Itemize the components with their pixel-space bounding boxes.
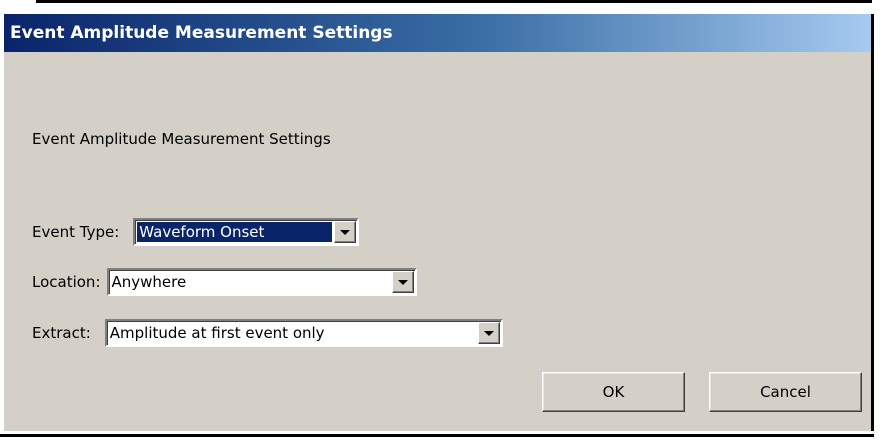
location-row: Location: Anywhere (32, 267, 417, 297)
location-select[interactable]: Anywhere (106, 268, 417, 296)
extract-row: Extract: Amplitude at first event only (32, 318, 503, 348)
extract-dropdown-button[interactable] (477, 322, 500, 344)
cancel-button[interactable]: Cancel (709, 372, 862, 412)
chevron-down-icon (340, 229, 351, 235)
title-bar[interactable]: Event Amplitude Measurement Settings (4, 14, 871, 52)
event-type-select[interactable]: Waveform Onset (133, 218, 360, 246)
chevron-down-icon (483, 330, 494, 336)
bottom-border-line (0, 434, 874, 437)
event-type-value: Waveform Onset (137, 222, 333, 242)
event-type-dropdown-button[interactable] (334, 221, 357, 243)
extract-select[interactable]: Amplitude at first event only (104, 319, 503, 347)
location-label: Location: (32, 273, 101, 291)
extract-label: Extract: (32, 324, 91, 342)
location-dropdown-button[interactable] (391, 271, 414, 293)
chevron-down-icon (397, 279, 408, 285)
event-type-row: Event Type: Waveform Onset (32, 217, 360, 247)
extract-value: Amplitude at first event only (109, 324, 325, 342)
settings-dialog: Event Amplitude Measurement Settings Eve… (4, 14, 874, 431)
dialog-heading: Event Amplitude Measurement Settings (32, 130, 331, 148)
top-border-line (36, 0, 872, 3)
window-title: Event Amplitude Measurement Settings (10, 23, 393, 43)
ok-button[interactable]: OK (542, 372, 685, 412)
event-type-label: Event Type: (32, 223, 120, 241)
location-value: Anywhere (111, 273, 187, 291)
